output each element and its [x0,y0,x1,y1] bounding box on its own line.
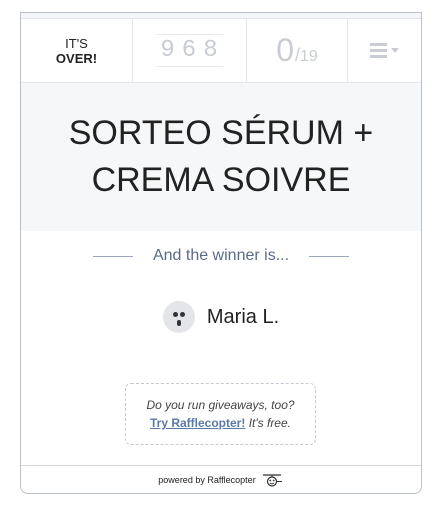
divider-left [93,256,133,257]
winner-entry: Maria L. [21,301,421,333]
status-line1: IT'S [65,35,88,51]
score-total: 19 [300,48,318,65]
user-entries-score: 0 / 19 [276,32,318,69]
title-line2: CREMA SOIVRE [91,161,351,199]
promo-free: It's free. [248,416,291,430]
rafflecopter-promo: Do you run giveaways, too? Try Rafflecop… [125,383,316,445]
powered-by-text: powered by Rafflecopter [158,474,256,485]
rafflecopter-logo-icon [262,473,282,487]
avatar [162,301,195,333]
hamburger-menu-icon[interactable] [370,43,399,58]
promo-question: Do you run giveaways, too? [146,398,295,412]
entries-digit: 8 [203,37,219,64]
entries-digit: 6 [181,37,198,64]
giveaway-widget: IT'S OVER! 9 6 8 0 / 19 SORTEO SÉRUM + C… [20,12,422,494]
divider-right [309,256,349,257]
giveaway-title: SORTEO SÉRUM + CREMA SOIVRE [69,110,374,204]
title-line1: SORTEO SÉRUM + [68,114,374,152]
status-cell: IT'S OVER! [21,19,133,82]
winner-name: Maria L. [206,305,280,328]
winner-heading-row: And the winner is... [21,231,421,279]
status-line2: OVER! [55,50,98,66]
entries-counter: 9 6 8 [156,34,223,67]
title-area: SORTEO SÉRUM + CREMA SOIVRE [21,83,421,231]
winner-heading: And the winner is... [152,247,290,264]
score-value: 0 [276,32,294,68]
menu-cell[interactable] [348,19,421,82]
entries-digit: 9 [160,37,176,64]
entries-counter-cell: 9 6 8 [133,19,247,82]
promo-row: Try Rafflecopter! It's free. [126,414,315,432]
try-rafflecopter-link[interactable]: Try Rafflecopter! [150,416,245,430]
chevron-down-icon [391,48,399,53]
widget-header: IT'S OVER! 9 6 8 0 / 19 [21,19,421,83]
powered-by-footer[interactable]: powered by Rafflecopter [21,465,421,493]
score-cell: 0 / 19 [247,19,348,82]
